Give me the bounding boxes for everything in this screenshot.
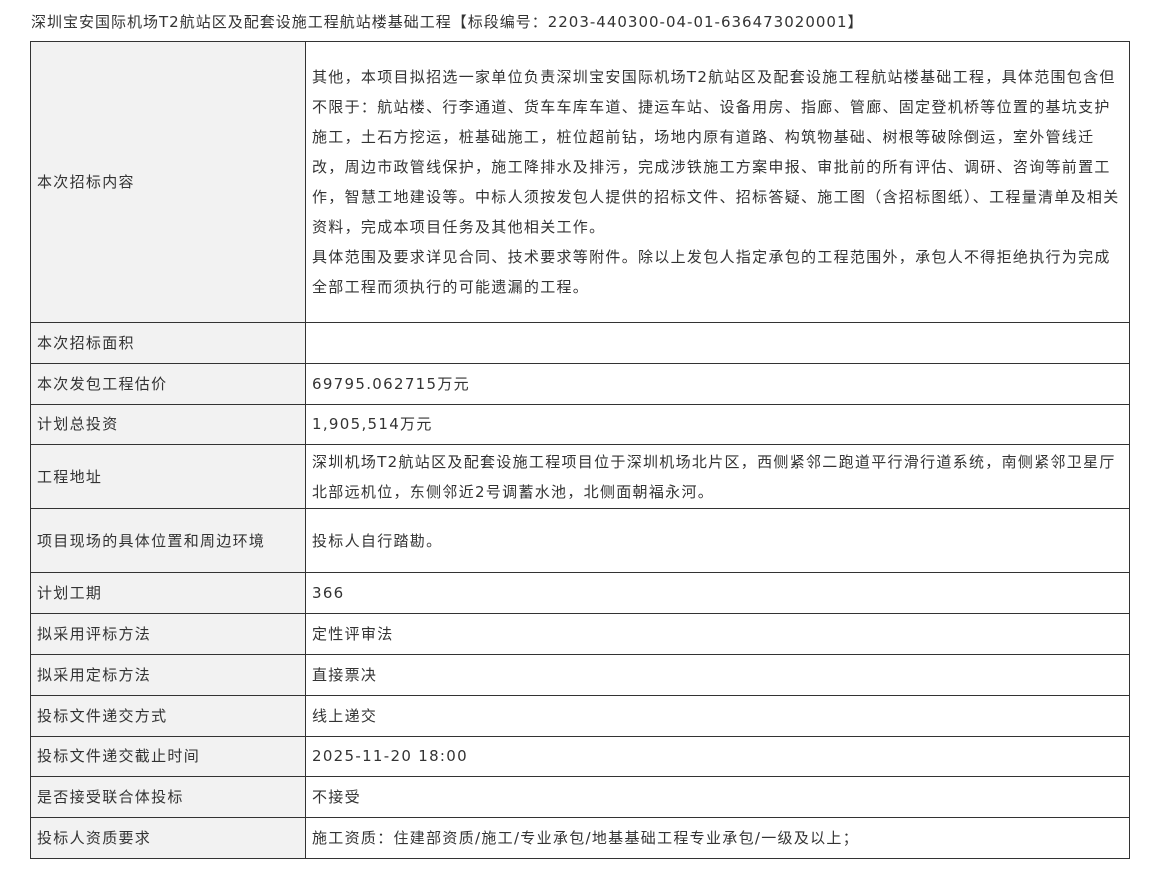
scope-paragraph-note: 具体范围及要求详见合同、技术要求等附件。除以上发包人指定承包的工程范围外，承包人… — [312, 248, 1111, 296]
scope-paragraph: 其他，本项目拟招选一家单位负责深圳宝安国际机场T2航站区及配套设施工程航站楼基础… — [312, 68, 1120, 236]
table-row: 项目现场的具体位置和周边环境 投标人自行踏勘。 — [30, 508, 1130, 574]
row-label: 本次发包工程估价 — [30, 362, 306, 405]
row-value: 线上递交 — [305, 694, 1130, 737]
table-row: 本次发包工程估价 69795.062715万元 — [30, 362, 1130, 405]
row-label: 投标文件递交方式 — [30, 694, 306, 737]
row-value: 深圳机场T2航站区及配套设施工程项目位于深圳机场北片区，西侧紧邻二跑道平行滑行道… — [305, 444, 1130, 510]
row-label: 是否接受联合体投标 — [30, 776, 306, 819]
row-value: 其他，本项目拟招选一家单位负责深圳宝安国际机场T2航站区及配套设施工程航站楼基础… — [305, 41, 1130, 323]
table-row: 拟采用评标方法 定性评审法 — [30, 613, 1130, 655]
row-label: 计划工期 — [30, 572, 306, 615]
row-value: 施工资质：住建部资质/施工/专业承包/地基基础工程专业承包/一级及以上； — [305, 817, 1130, 859]
row-label: 工程地址 — [30, 444, 306, 510]
table-row: 拟采用定标方法 直接票决 — [30, 653, 1130, 696]
table-row: 本次招标内容 其他，本项目拟招选一家单位负责深圳宝安国际机场T2航站区及配套设施… — [30, 41, 1130, 323]
row-value — [305, 322, 1130, 364]
row-label: 项目现场的具体位置和周边环境 — [30, 508, 306, 574]
row-label: 投标文件递交截止时间 — [30, 735, 306, 778]
row-value: 不接受 — [305, 776, 1130, 819]
row-value: 2025-11-20 18:00 — [305, 735, 1130, 778]
table-row: 投标人资质要求 施工资质：住建部资质/施工/专业承包/地基基础工程专业承包/一级… — [30, 817, 1130, 859]
row-label: 计划总投资 — [30, 403, 306, 446]
row-label: 拟采用评标方法 — [30, 613, 306, 655]
row-label: 投标人资质要求 — [30, 817, 306, 859]
table-row: 计划工期 366 — [30, 572, 1130, 615]
row-value: 1,905,514万元 — [305, 403, 1130, 446]
table-row: 工程地址 深圳机场T2航站区及配套设施工程项目位于深圳机场北片区，西侧紧邻二跑道… — [30, 444, 1130, 510]
row-label: 本次招标面积 — [30, 322, 306, 364]
page-title: 深圳宝安国际机场T2航站区及配套设施工程航站楼基础工程【标段编号：2203-44… — [31, 13, 864, 31]
table-row: 计划总投资 1,905,514万元 — [30, 403, 1130, 446]
tender-info-table: 本次招标内容 其他，本项目拟招选一家单位负责深圳宝安国际机场T2航站区及配套设施… — [30, 41, 1130, 859]
table-row: 本次招标面积 — [30, 322, 1130, 364]
row-value: 定性评审法 — [305, 613, 1130, 655]
table-row: 是否接受联合体投标 不接受 — [30, 776, 1130, 819]
row-label: 拟采用定标方法 — [30, 653, 306, 696]
table-row: 投标文件递交方式 线上递交 — [30, 694, 1130, 737]
row-value: 投标人自行踏勘。 — [305, 508, 1130, 574]
row-value: 69795.062715万元 — [305, 362, 1130, 405]
row-value: 366 — [305, 572, 1130, 615]
table-row: 投标文件递交截止时间 2025-11-20 18:00 — [30, 735, 1130, 778]
row-label: 本次招标内容 — [30, 41, 306, 323]
row-value: 直接票决 — [305, 653, 1130, 696]
